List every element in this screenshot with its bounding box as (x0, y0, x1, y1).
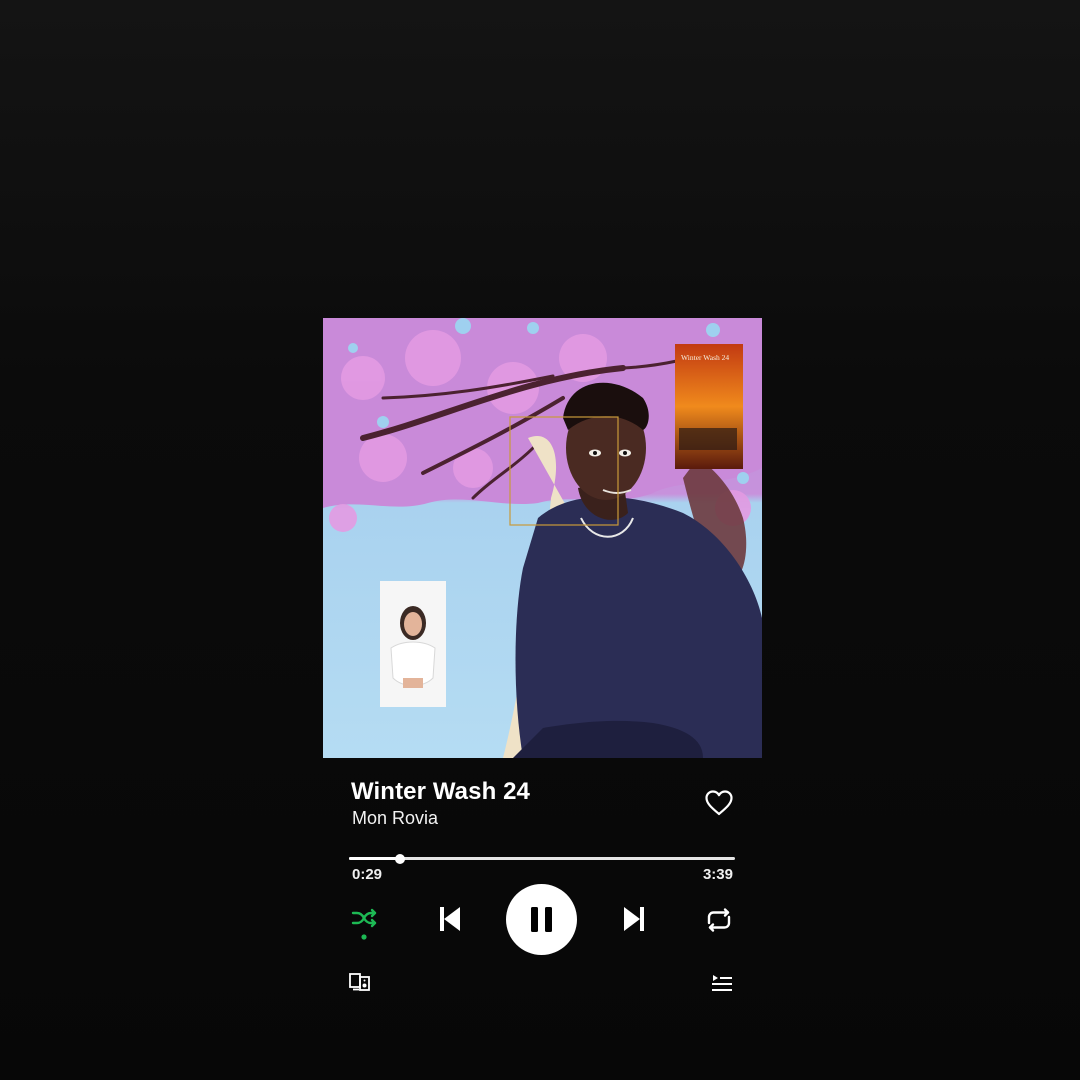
progress-bar[interactable] (349, 853, 735, 864)
skip-next-icon (620, 907, 648, 938)
repeat-button[interactable] (704, 906, 734, 934)
connect-devices-icon (348, 973, 372, 997)
progress-knob[interactable] (394, 853, 405, 864)
shuffle-icon (350, 908, 378, 946)
queue-icon (710, 975, 734, 998)
play-pause-button[interactable] (506, 884, 577, 955)
elapsed-time: 0:29 (352, 866, 383, 883)
artist-name[interactable]: Mon Rovia (352, 808, 438, 829)
total-time: 3:39 (702, 866, 733, 883)
heart-outline-icon[interactable] (704, 789, 734, 817)
repeat-icon (704, 908, 734, 938)
album-artwork: Winter Wash 24 (323, 318, 762, 758)
pause-icon (506, 907, 577, 959)
track-title[interactable]: Winter Wash 24 (351, 778, 530, 806)
shuffle-button[interactable] (350, 906, 378, 942)
devices-button[interactable] (348, 971, 372, 993)
now-playing-screen: Winter Wash 24 Winter Wash 24 Mon Rovia … (0, 0, 1080, 1080)
progress-fill (349, 857, 400, 860)
next-button[interactable] (620, 904, 648, 934)
cover-text: Winter Wash 24 (681, 353, 729, 362)
skip-previous-icon (436, 907, 464, 938)
queue-button[interactable] (710, 972, 734, 994)
previous-button[interactable] (436, 904, 464, 934)
